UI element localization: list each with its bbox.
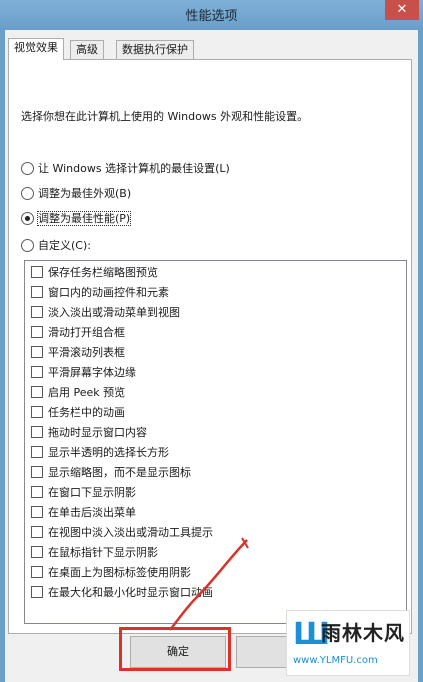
tab-visual-effects[interactable]: 视觉效果 bbox=[8, 38, 64, 60]
annotation-arrow-icon bbox=[169, 537, 249, 631]
watermark-url: www.YLMFU.com bbox=[293, 655, 378, 666]
watermark: Ш 雨林木风 www.YLMFU.com bbox=[286, 610, 410, 676]
watermark-name: 雨林木风 bbox=[321, 621, 405, 645]
watermark-logo-icon: Ш bbox=[293, 617, 331, 652]
